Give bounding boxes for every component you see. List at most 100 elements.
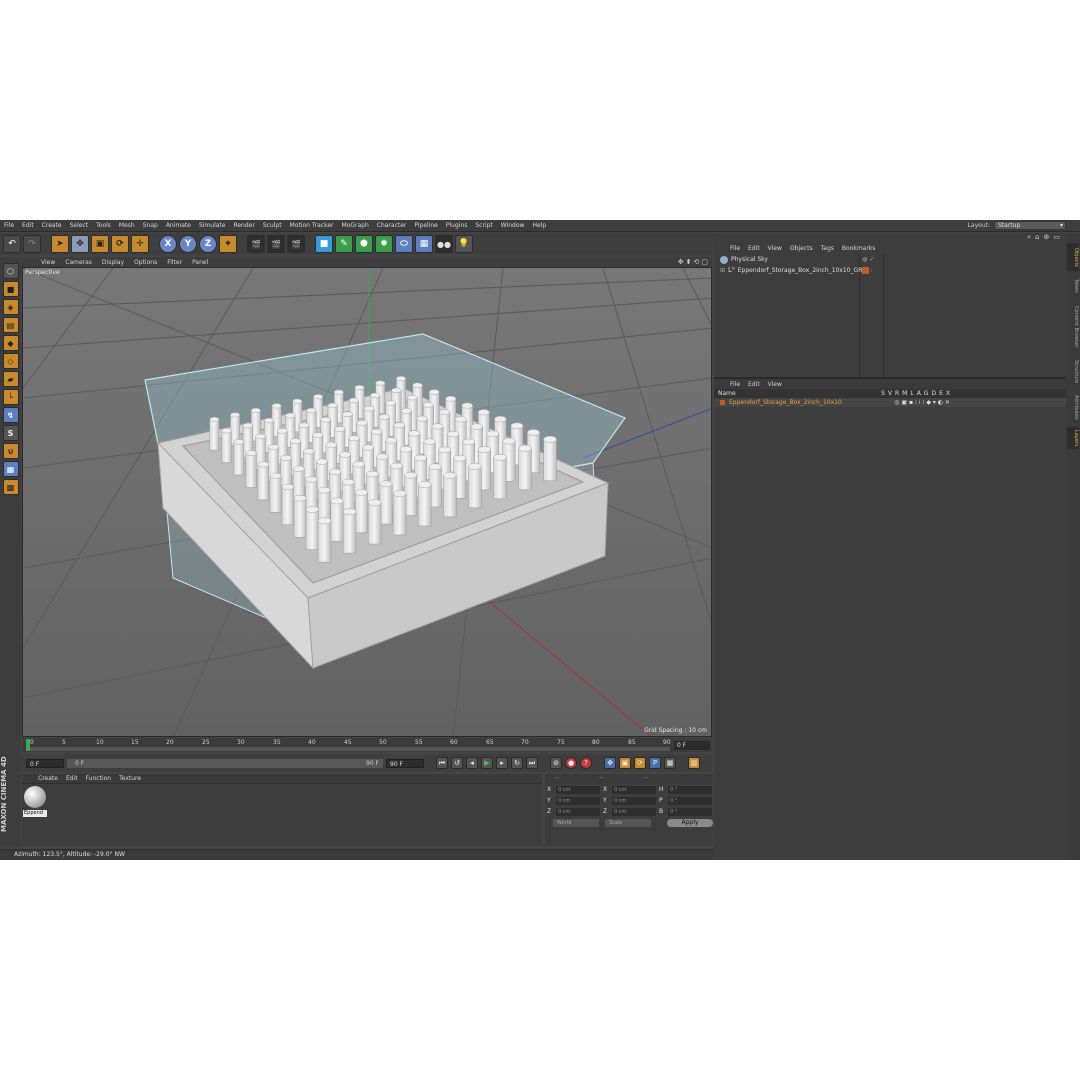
polygons-mode-icon[interactable]: ▰	[2, 371, 19, 387]
obj-menu-view[interactable]: View	[764, 245, 786, 252]
menu-pipeline[interactable]: Pipeline	[410, 220, 441, 232]
visibility-check-icon[interactable]: ✓	[869, 256, 874, 263]
coord-mode-dropdown[interactable]: World	[553, 819, 599, 827]
key-scale-icon[interactable]: ▣	[619, 757, 631, 769]
layer-menu-file[interactable]: File	[726, 381, 744, 388]
redo-icon[interactable]: ↷	[23, 235, 41, 253]
render-settings-icon[interactable]: 🎬	[287, 235, 305, 253]
transform-tool-icon[interactable]: ✛	[131, 235, 149, 253]
x-axis-lock-icon[interactable]: X	[159, 235, 177, 253]
layer-menu-view[interactable]: View	[764, 381, 786, 388]
menu-window[interactable]: Window	[497, 220, 529, 232]
tab-takes[interactable]: Takes	[1067, 275, 1079, 297]
key-rotation-icon[interactable]: ⟳	[634, 757, 646, 769]
deformer-icon[interactable]: ⬭	[395, 235, 413, 253]
material-menu-texture[interactable]: Texture	[115, 775, 145, 782]
obj-menu-tags[interactable]: Tags	[817, 245, 838, 252]
obj-menu-file[interactable]: File	[726, 245, 744, 252]
snap-icon[interactable]: S	[2, 425, 19, 441]
menu-character[interactable]: Character	[373, 220, 411, 232]
z-axis-lock-icon[interactable]: Z	[199, 235, 217, 253]
undo-icon[interactable]: ↶	[3, 235, 21, 253]
floor-icon[interactable]: ▦	[415, 235, 433, 253]
axis-mode-icon[interactable]: └	[2, 389, 19, 405]
coord-size-x[interactable]: 0 cm	[612, 785, 656, 794]
layer-row[interactable]: Eppendorf_Storage_Box_2inch_10x10 ◎ ▣ ▪ …	[714, 398, 1066, 407]
viewport-nav-icons[interactable]: ✥⬍⟲▢	[678, 258, 710, 266]
material-menu-create[interactable]: Create	[34, 775, 62, 782]
model-mode-icon[interactable]: ■	[2, 281, 19, 297]
rotate-tool-icon[interactable]: ⟳	[111, 235, 129, 253]
apply-button[interactable]: Apply	[667, 819, 713, 827]
tab-structure[interactable]: Structure	[1067, 357, 1079, 387]
menu-edit[interactable]: Edit	[18, 220, 38, 232]
play-icon[interactable]: ▶	[481, 757, 493, 769]
prev-frame-icon[interactable]: ◂	[466, 757, 478, 769]
record-icon[interactable]: ●	[565, 757, 577, 769]
layout-dropdown[interactable]: Startup	[994, 221, 1066, 230]
coord-rot-h[interactable]: 0 °	[668, 785, 712, 794]
obj-menu-bookmarks[interactable]: Bookmarks	[838, 245, 880, 252]
camera-icon[interactable]: ●●	[435, 235, 453, 253]
frame-range-slider[interactable]: 0 F 90 F	[67, 758, 383, 768]
material-menu-function[interactable]: Function	[82, 775, 116, 782]
expand-toggle-icon[interactable]: ⊞	[720, 267, 725, 274]
material-preview[interactable]	[24, 786, 46, 808]
search-icon[interactable]: ⌕	[1027, 233, 1031, 243]
key-pla-icon[interactable]: ▦	[664, 757, 676, 769]
tweak-mode-icon[interactable]: ↯	[2, 407, 19, 423]
make-editable-icon[interactable]: ⬡	[2, 263, 19, 279]
edges-mode-icon[interactable]: ◇	[2, 353, 19, 369]
coord-rot-b[interactable]: 0 °	[668, 807, 712, 816]
workplane-icon[interactable]: ▤	[2, 317, 19, 333]
viewport-menu-cameras[interactable]: Cameras	[60, 259, 97, 266]
next-key-icon[interactable]: ↻	[511, 757, 523, 769]
current-frame-field[interactable]: 0 F	[674, 741, 710, 750]
texture-mode-icon[interactable]: ◈	[2, 299, 19, 315]
menu-motion-tracker[interactable]: Motion Tracker	[286, 220, 338, 232]
array-icon[interactable]: ✺	[375, 235, 393, 253]
menu-create[interactable]: Create	[38, 220, 66, 232]
playhead[interactable]	[26, 739, 30, 751]
menu-plugins[interactable]: Plugins	[442, 220, 472, 232]
menu-snap[interactable]: Snap	[139, 220, 162, 232]
menu-file[interactable]: File	[0, 220, 18, 232]
autokey-icon[interactable]: ?	[580, 757, 592, 769]
viewport-menu-options[interactable]: Options	[129, 259, 162, 266]
layer-toggle-icons[interactable]: ◎ ▣ ▪ ⁝ ⁞ ⁝ ◆ ▾ ◐ ✕	[894, 399, 950, 406]
go-to-end-icon[interactable]: ⏭	[526, 757, 538, 769]
coordinate-system-icon[interactable]: ⌖	[219, 235, 237, 253]
object-row-physical-sky[interactable]: Physical Sky	[716, 254, 859, 265]
timeline-track[interactable]	[26, 747, 670, 751]
prev-key-icon[interactable]: ↺	[451, 757, 463, 769]
menu-help[interactable]: Help	[528, 220, 550, 232]
tab-layers[interactable]: Layers	[1067, 427, 1079, 449]
lock-workplane-icon[interactable]: ▦	[2, 461, 19, 477]
viewport-menu-view[interactable]: View	[36, 259, 60, 266]
viewport-menu-display[interactable]: Display	[97, 259, 129, 266]
live-selection-icon[interactable]: ➤	[51, 235, 69, 253]
obj-menu-edit[interactable]: Edit	[744, 245, 764, 252]
subdivision-icon[interactable]: ⬢	[355, 235, 373, 253]
tab-attributes[interactable]: Attributes	[1067, 391, 1079, 423]
coord-size-dropdown[interactable]: Scale	[605, 819, 651, 827]
menu-script[interactable]: Script	[471, 220, 496, 232]
menu-mograph[interactable]: MoGraph	[338, 220, 373, 232]
material-name[interactable]: Eppend	[23, 810, 47, 817]
end-frame-field[interactable]: 90 F	[386, 758, 424, 768]
home-icon[interactable]: ⌂	[1035, 233, 1039, 243]
render-view-icon[interactable]: 🎬	[247, 235, 265, 253]
material-tag-icon[interactable]	[862, 267, 869, 274]
viewport-perspective[interactable]: Perspective Grid Spacing : 10 cm	[22, 267, 712, 737]
cube-icon[interactable]: ■	[315, 235, 333, 253]
motion-record-icon[interactable]: ⊘	[550, 757, 562, 769]
go-to-start-icon[interactable]: ⏮	[436, 757, 448, 769]
new-panel-icon[interactable]: ▭	[1053, 233, 1060, 243]
move-tool-icon[interactable]: ✥	[71, 235, 89, 253]
sky-tag-icon[interactable]: ◍	[862, 256, 867, 263]
material-menu-edit[interactable]: Edit	[62, 775, 82, 782]
timeline-ruler[interactable]: 0 5 10 15 20 25 30 35 40 45 50 55 60 65 …	[22, 738, 712, 752]
menu-simulate[interactable]: Simulate	[195, 220, 230, 232]
layer-color-swatch[interactable]	[720, 400, 725, 405]
viewport-menu-panel[interactable]: Panel	[187, 259, 213, 266]
